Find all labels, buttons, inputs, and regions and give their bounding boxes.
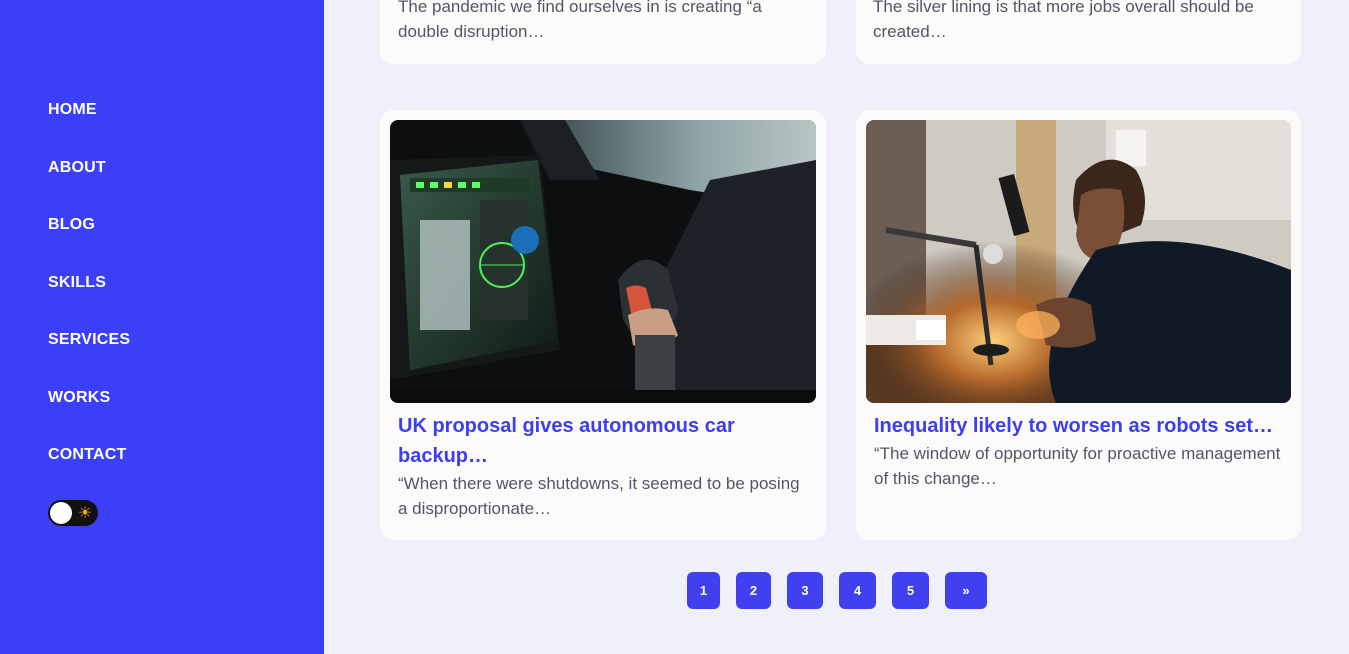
nav-link-home[interactable]: HOME [48,100,97,120]
nav-link-blog[interactable]: BLOG [48,215,95,235]
nav-item-skills: SKILLS [48,272,130,330]
post-card[interactable]: Inequality likely to worsen as robots se… [856,110,1301,540]
page-4-button[interactable]: 4 [839,572,876,609]
post-excerpt: The silver lining is that more jobs over… [873,0,1254,41]
nav-item-about: ABOUT [48,157,130,215]
nav-link-contact[interactable]: CONTACT [48,445,126,465]
workbench-image-graphic [866,120,1291,403]
page-2-button[interactable]: 2 [736,572,771,609]
nav-item-contact: CONTACT [48,444,130,502]
nav-item-services: SERVICES [48,329,130,387]
post-excerpt: The pandemic we find ourselves in is cre… [398,0,762,41]
page-5-button[interactable]: 5 [892,572,929,609]
post-card-top-left[interactable]: The pandemic we find ourselves in is cre… [380,0,826,64]
post-excerpt: “The window of opportunity for proactive… [874,444,1281,488]
post-text: Inequality likely to worsen as robots se… [874,411,1283,491]
page-1-button[interactable]: 1 [687,572,720,609]
post-text: UK proposal gives autonomous car backup…… [398,411,808,521]
nav-item-blog: BLOG [48,214,130,272]
theme-toggle[interactable]: ☀ [48,500,98,526]
sidebar: HOME ABOUT BLOG SKILLS SERVICES WORKS CO… [0,0,324,654]
post-card[interactable]: UK proposal gives autonomous car backup…… [380,110,826,540]
post-card-top-right[interactable]: The silver lining is that more jobs over… [856,0,1301,64]
nav-link-services[interactable]: SERVICES [48,330,130,350]
main-nav: HOME ABOUT BLOG SKILLS SERVICES WORKS CO… [48,99,130,502]
engineer-at-workbench-image[interactable] [866,120,1291,403]
nav-link-skills[interactable]: SKILLS [48,273,106,293]
page-3-button[interactable]: 3 [787,572,823,609]
post-title[interactable]: UK proposal gives autonomous car backup… [398,411,808,471]
post-title[interactable]: Inequality likely to worsen as robots se… [874,411,1283,441]
nav-link-about[interactable]: ABOUT [48,158,106,178]
nav-item-works: WORKS [48,387,130,445]
nav-link-works[interactable]: WORKS [48,388,110,408]
sun-icon: ☀ [77,503,93,522]
cockpit-image-graphic [390,120,816,403]
cockpit-flight-simulator-image[interactable] [390,120,816,403]
toggle-knob [50,502,72,524]
post-excerpt: “When there were shutdowns, it seemed to… [398,474,800,518]
nav-item-home: HOME [48,99,130,157]
next-page-button[interactable]: » [945,572,987,609]
